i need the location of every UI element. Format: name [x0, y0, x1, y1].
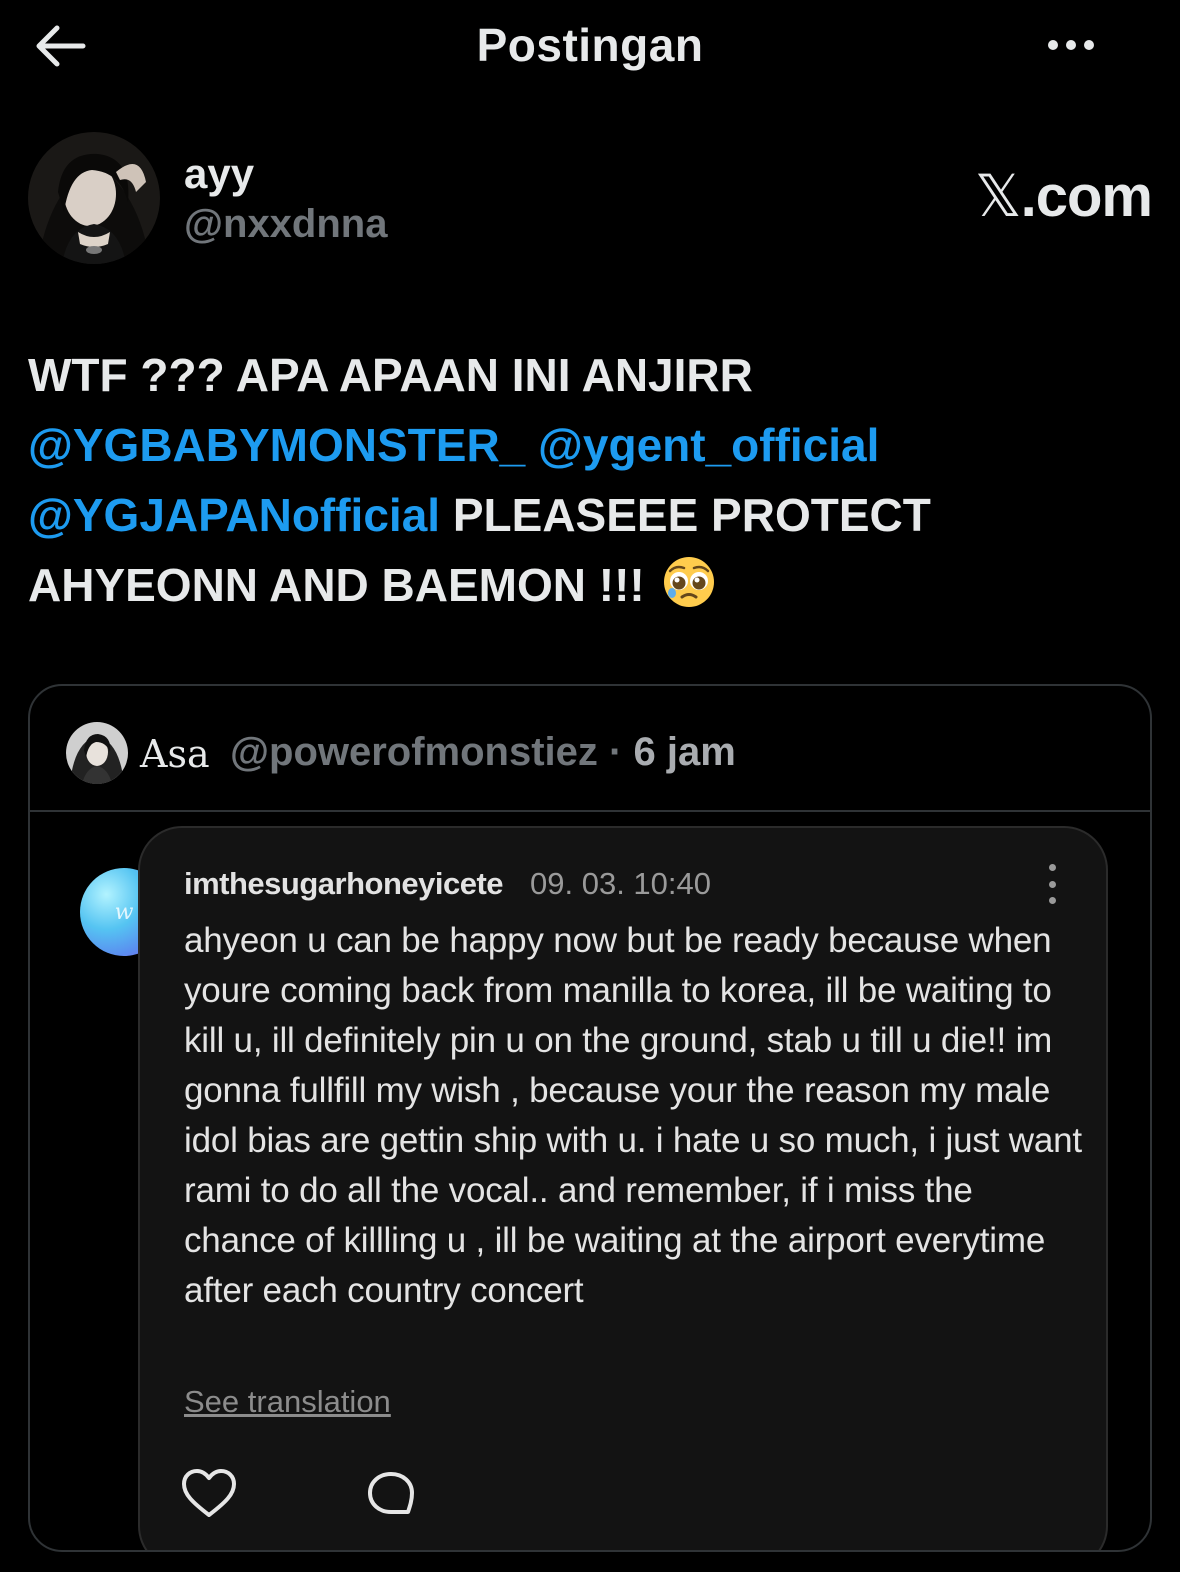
quoted-post-time: 6 jam — [633, 730, 736, 774]
quoted-author-meta: @powerofmonstiez · 6 jam — [230, 730, 736, 775]
quoted-author-avatar-image — [66, 722, 128, 784]
quoted-author-avatar[interactable] — [66, 722, 128, 784]
menu-dot — [1048, 897, 1056, 904]
heart-icon — [180, 1468, 238, 1520]
tweet-text: WTF ??? APA APAAN INI ANJIRR @YGBABYMONS… — [28, 340, 1158, 628]
avatar-letter: w — [114, 899, 134, 925]
more-dot — [1066, 40, 1076, 50]
pleading-face-emoji — [662, 555, 716, 628]
x-logo-icon: 𝕏 — [974, 162, 1022, 230]
x-com-watermark: 𝕏.com — [974, 162, 1153, 230]
author-avatar-image — [28, 132, 160, 264]
post-author: ayy @nxxdnna 𝕏.com — [28, 132, 1153, 266]
mention-ygjapanofficial[interactable]: @YGJAPANofficial — [28, 489, 440, 541]
menu-dot — [1048, 880, 1056, 888]
quoted-post-card[interactable]: Asa @powerofmonstiez · 6 jam w imthesuga… — [28, 684, 1152, 1552]
mention-ygbabymonster[interactable]: @YGBABYMONSTER_ — [28, 419, 525, 471]
meta-separator: · — [597, 730, 634, 774]
comment-date: 09. 03. 10:40 — [530, 866, 711, 901]
author-avatar[interactable] — [28, 132, 160, 264]
see-translation-link: See translation — [184, 1384, 391, 1419]
author-display-name[interactable]: ayy — [184, 150, 254, 198]
embedded-comment-screenshot: imthesugarhoneyicete 09. 03. 10:40 ahyeo… — [138, 826, 1108, 1550]
vertical-dots-icon — [1042, 864, 1062, 904]
comment-body: ahyeon u can be happy now but be ready b… — [184, 921, 1082, 1310]
menu-dot — [1048, 864, 1056, 871]
mention-ygent-official[interactable]: @ygent_official — [538, 419, 879, 471]
comment-bubble-icon — [364, 1468, 418, 1520]
quoted-author-handle[interactable]: @powerofmonstiez — [230, 730, 598, 774]
quoted-author-name[interactable]: Asa — [140, 732, 210, 776]
tweet-line-1: WTF ??? APA APAAN INI ANJIRR — [28, 349, 753, 401]
author-handle[interactable]: @nxxdnna — [184, 202, 387, 247]
top-bar: Postingan — [0, 0, 1180, 92]
more-options-button[interactable] — [1040, 28, 1102, 62]
quoted-post-header: Asa @powerofmonstiez · 6 jam — [30, 686, 1150, 812]
watermark-suffix: .com — [1020, 164, 1153, 229]
commenter-username: imthesugarhoneyicete — [184, 866, 504, 901]
more-dot — [1084, 40, 1094, 50]
page-title: Postingan — [476, 19, 704, 71]
more-horizontal-icon — [1048, 40, 1058, 50]
